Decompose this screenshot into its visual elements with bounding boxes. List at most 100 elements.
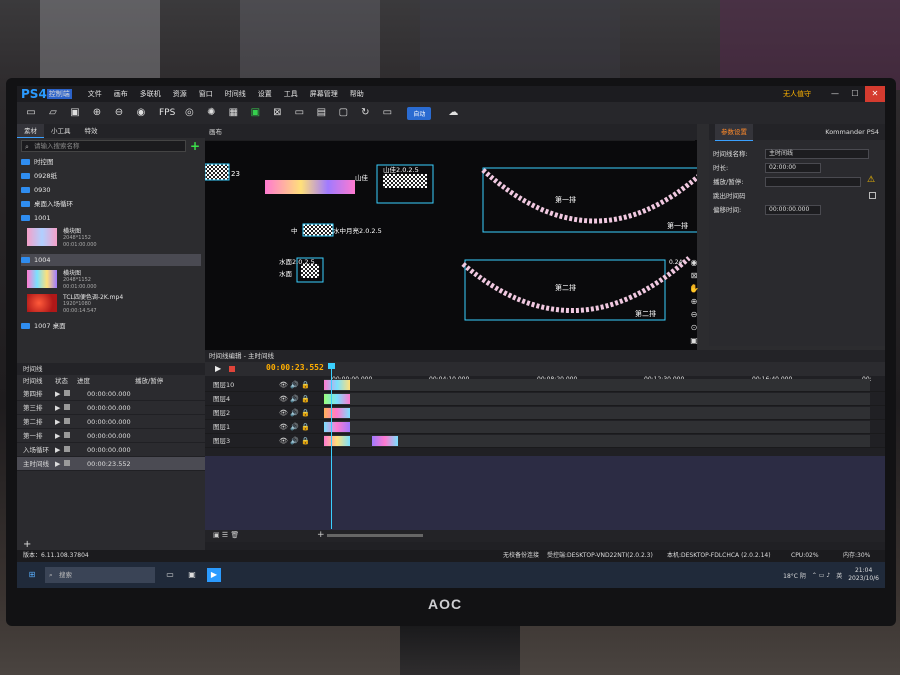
task-view-icon[interactable]: ▭ <box>163 568 177 582</box>
hand-icon[interactable]: ✋ <box>688 284 700 297</box>
timeline-tools-icons[interactable]: ▣ ☰ 🗑 <box>213 531 239 539</box>
stop-icon[interactable] <box>64 432 71 438</box>
tab-widgets[interactable]: 小工具 <box>44 124 78 138</box>
layer-box-23[interactable] <box>204 163 230 181</box>
add-track-button[interactable]: + <box>317 530 325 540</box>
play-icon[interactable]: ▶ <box>55 432 60 440</box>
clip[interactable] <box>324 394 350 404</box>
stop-icon[interactable] <box>64 390 71 396</box>
play-icon[interactable]: ▶ <box>55 446 60 454</box>
offset-time-field[interactable]: 00:00:00.000 <box>765 205 821 215</box>
stop-icon[interactable] <box>64 446 71 452</box>
clip[interactable] <box>324 422 350 432</box>
track-row[interactable]: 图层4 👁 🔊 🔒 <box>205 392 885 406</box>
track-row[interactable]: 图层3 👁 🔊 🔒 <box>205 434 885 448</box>
fullscreen-icon[interactable]: ▣ <box>688 336 700 349</box>
fit-icon[interactable]: ⊙ <box>688 323 700 336</box>
layer-box-center[interactable] <box>302 223 334 237</box>
stop-icon[interactable] <box>64 404 71 410</box>
tray-icons[interactable]: ⌃ ▭ ♪ <box>812 572 830 579</box>
input-language[interactable]: 英 <box>836 571 842 580</box>
crop-icon[interactable]: ⊠ <box>688 271 700 284</box>
add-icon[interactable]: ⊕ <box>89 105 105 121</box>
menu-file[interactable]: 文件 <box>88 89 102 99</box>
folder-item[interactable]: 0928纸 <box>21 170 201 182</box>
tab-parameters[interactable]: 参数设置 <box>715 124 753 141</box>
capture-icon[interactable]: ▢ <box>335 105 351 121</box>
track-controls[interactable]: 👁 🔊 🔒 <box>279 406 310 420</box>
track-lane[interactable] <box>324 407 870 419</box>
folder-item[interactable]: 1001 <box>21 212 201 224</box>
screen-close-icon[interactable]: ⊠ <box>269 105 285 121</box>
menu-window[interactable]: 窗口 <box>199 89 213 99</box>
grid-icon[interactable]: ▦ <box>225 105 241 121</box>
track-controls[interactable]: 👁 🔊 🔒 <box>279 434 310 448</box>
timeline-name-field[interactable]: 主时间线 <box>765 149 869 159</box>
stop-icon[interactable] <box>64 418 71 424</box>
folder-item-selected[interactable]: 1004 <box>21 254 201 266</box>
display-icon[interactable]: ▭ <box>291 105 307 121</box>
track-controls[interactable]: 👁 🔊 🔒 <box>279 378 310 392</box>
zoom-slider[interactable] <box>327 534 423 537</box>
window-icon[interactable]: ▭ <box>379 105 395 121</box>
clip[interactable] <box>324 436 350 446</box>
menu-timeline[interactable]: 时间线 <box>225 89 246 99</box>
remove-icon[interactable]: ⊖ <box>111 105 127 121</box>
windows-start-icon[interactable]: ⊞ <box>25 568 39 582</box>
auto-button[interactable]: 自动 <box>407 106 432 120</box>
tab-materials[interactable]: 素材 <box>17 124 44 138</box>
close-icon[interactable]: ✕ <box>865 86 885 102</box>
search-input[interactable]: ⌕ 请输入搜索名称 <box>21 140 186 152</box>
jump-timecode-checkbox[interactable] <box>869 192 876 199</box>
app-v2-icon[interactable]: ▣ <box>185 568 199 582</box>
play-pause-field[interactable] <box>765 177 861 187</box>
zoom-in-icon[interactable]: ⊕ <box>688 297 700 310</box>
cloud-icon[interactable]: ☁ <box>445 105 461 121</box>
playhead[interactable] <box>331 363 332 529</box>
monitor-output-icon[interactable]: ▣ <box>247 105 263 121</box>
track-lane[interactable] <box>324 393 870 405</box>
clip[interactable] <box>372 436 398 446</box>
play-icon[interactable]: ▶ <box>215 364 221 373</box>
play-icon[interactable]: ▶ <box>55 460 60 468</box>
new-file-icon[interactable]: ▭ <box>23 105 39 121</box>
timeline-row[interactable]: 第三排 ▶ 00:00:00.000 <box>17 401 205 415</box>
minimize-icon[interactable]: — <box>825 86 845 102</box>
timeline-row[interactable]: 第一排 ▶ 00:00:00.000 <box>17 429 205 443</box>
timeline-empty-area[interactable] <box>205 456 885 530</box>
timeline-row-selected[interactable]: 主时间线 ▶ 00:00:23.552 <box>17 457 205 471</box>
timeline-row[interactable]: 第二排 ▶ 00:00:00.000 <box>17 415 205 429</box>
track-controls[interactable]: 👁 🔊 🔒 <box>279 392 310 406</box>
menu-canvas[interactable]: 画布 <box>114 89 128 99</box>
track-lane[interactable] <box>324 421 870 433</box>
add-resource-button[interactable]: + <box>190 139 200 153</box>
clip[interactable] <box>324 380 350 390</box>
target-icon[interactable]: ◉ <box>133 105 149 121</box>
menu-help[interactable]: 帮助 <box>350 89 364 99</box>
timeline-row[interactable]: 第四排 ▶ 00:00:00.000 <box>17 387 205 401</box>
track-row[interactable]: 图层10 👁 🔊 🔒 <box>205 378 885 392</box>
refresh-icon[interactable]: ↻ <box>357 105 373 121</box>
track-lane[interactable] <box>324 435 870 447</box>
stop-icon[interactable] <box>64 460 71 466</box>
asset-item[interactable]: 横块图 2048*1152 00:01:00.000 <box>27 270 197 292</box>
open-folder-icon[interactable]: ▱ <box>45 105 61 121</box>
folder-item[interactable]: 1007 桌面 <box>21 320 201 332</box>
menu-resources[interactable]: 资源 <box>173 89 187 99</box>
tab-effects[interactable]: 特效 <box>78 124 105 138</box>
track-lane[interactable] <box>324 379 870 391</box>
play-icon[interactable]: ▶ <box>55 390 60 398</box>
asset-item[interactable]: 横块图 2048*1152 00:01:00.000 <box>27 228 197 250</box>
timeline-row[interactable]: 入场循环 ▶ 00:00:00.000 <box>17 443 205 457</box>
play-icon[interactable]: ▶ <box>55 404 60 412</box>
eye-icon[interactable]: ◉ <box>688 258 700 271</box>
track-row[interactable]: 图层1 👁 🔊 🔒 <box>205 420 885 434</box>
clip[interactable] <box>324 408 350 418</box>
menu-tools[interactable]: 工具 <box>284 89 298 99</box>
track-row[interactable]: 图层2 👁 🔊 🔒 <box>205 406 885 420</box>
duration-field[interactable]: 02:00:00 <box>765 163 821 173</box>
ps4-app-icon[interactable]: ▶ <box>207 568 221 582</box>
menu-multi[interactable]: 多联机 <box>140 89 161 99</box>
add-timeline-button[interactable]: + <box>23 539 31 550</box>
folder-item[interactable]: 桌面入场循环 <box>21 198 201 210</box>
